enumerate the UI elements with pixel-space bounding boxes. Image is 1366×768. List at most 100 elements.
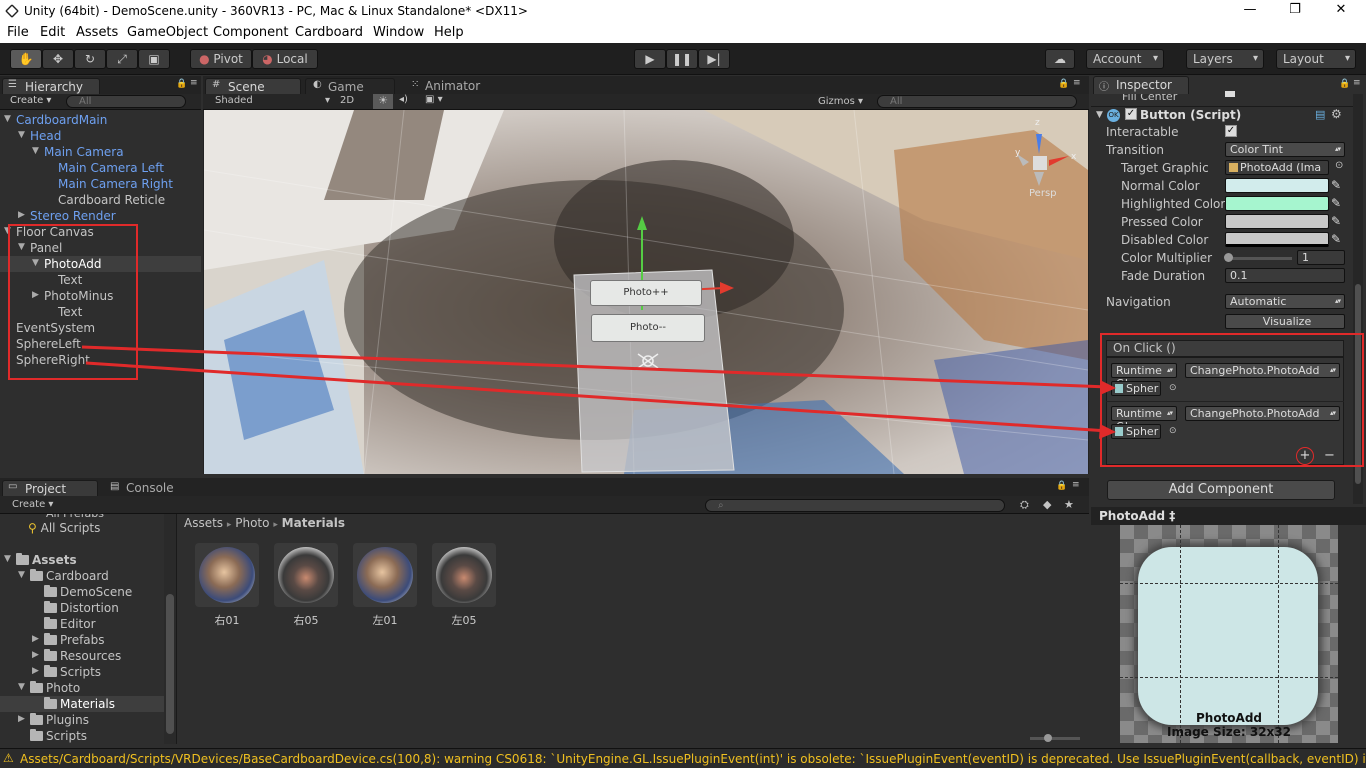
- tree-prefabs[interactable]: Prefabs: [44, 632, 105, 648]
- inspector-menu-icon[interactable]: ≡: [1353, 78, 1361, 88]
- scene-viewport[interactable]: Photo++ Photo-- z x y Persp: [204, 110, 1088, 474]
- function-dropdown-2[interactable]: ChangePhoto.PhotoAdd: [1185, 406, 1340, 421]
- tree-demoscene[interactable]: DemoScene: [44, 584, 132, 600]
- scale-tool-button[interactable]: ⤢: [106, 49, 138, 69]
- pause-button[interactable]: ❚❚: [666, 49, 698, 69]
- component-foldout-icon[interactable]: ▼: [1096, 110, 1103, 120]
- help-icon[interactable]: ▤: [1315, 108, 1325, 121]
- interactable-checkbox[interactable]: ✓: [1225, 125, 1237, 137]
- cloud-button[interactable]: ☁: [1045, 49, 1075, 69]
- eyedropper-icon[interactable]: ✎: [1331, 232, 1345, 246]
- move-tool-button[interactable]: ✥: [42, 49, 74, 69]
- hierarchy-search-input[interactable]: All: [66, 95, 186, 108]
- tree-all-scripts[interactable]: ⚲ All Scripts: [28, 520, 100, 536]
- gear-icon[interactable]: ⚙: [1331, 107, 1342, 121]
- asset-thumbnail-l01[interactable]: [353, 543, 417, 607]
- eyedropper-icon[interactable]: ✎: [1331, 178, 1345, 192]
- favorite-star-icon[interactable]: ★: [1064, 498, 1074, 511]
- tree-item-photominus[interactable]: PhotoMinus: [44, 288, 113, 304]
- multiplier-slider-track[interactable]: [1228, 257, 1292, 260]
- scene-lock-icon[interactable]: 🔒: [1058, 79, 1069, 89]
- gizmos-dropdown[interactable]: Gizmos ▾: [818, 96, 863, 107]
- project-search-input[interactable]: ⌕: [705, 499, 1005, 512]
- minimize-button[interactable]: —: [1235, 2, 1265, 20]
- menu-gameobject[interactable]: GameObject: [127, 25, 208, 40]
- asset-thumbnail-r05[interactable]: [274, 543, 338, 607]
- eyedropper-icon[interactable]: ✎: [1331, 196, 1345, 210]
- layers-dropdown[interactable]: Layers: [1186, 49, 1264, 69]
- lock-icon[interactable]: 🔒: [176, 79, 187, 89]
- mode-2d-button[interactable]: 2D: [340, 95, 354, 106]
- effects-dropdown[interactable]: ▣ ▾: [425, 94, 443, 105]
- breadcrumb-photo[interactable]: Photo: [235, 516, 269, 530]
- tree-item-cardboardmain[interactable]: CardboardMain: [16, 112, 107, 128]
- panel-menu-icon[interactable]: ≡: [190, 78, 198, 88]
- account-dropdown[interactable]: Account: [1086, 49, 1164, 69]
- menu-window[interactable]: Window: [373, 25, 424, 40]
- tree-item-main-camera-right[interactable]: Main Camera Right: [58, 176, 173, 192]
- step-button[interactable]: ▶|: [698, 49, 730, 69]
- tree-scripts-cardboard[interactable]: Scripts: [44, 664, 101, 680]
- menu-file[interactable]: File: [7, 25, 29, 40]
- visualize-button[interactable]: Visualize: [1225, 314, 1345, 329]
- tree-item-cardboard-reticle[interactable]: Cardboard Reticle: [58, 192, 165, 208]
- tree-item-main-camera-left[interactable]: Main Camera Left: [58, 160, 164, 176]
- filter-label-icon[interactable]: ◆: [1043, 498, 1051, 511]
- tree-photo[interactable]: Photo: [30, 680, 80, 696]
- multiplier-slider-thumb[interactable]: [1224, 253, 1233, 262]
- tree-item-floor-canvas[interactable]: Floor Canvas: [16, 224, 94, 240]
- remove-listener-button[interactable]: −: [1324, 448, 1335, 463]
- project-menu-icon[interactable]: ≡: [1072, 480, 1080, 490]
- asset-thumbnail-r01[interactable]: [195, 543, 259, 607]
- close-button[interactable]: ✕: [1326, 2, 1356, 20]
- menu-assets[interactable]: Assets: [76, 25, 118, 40]
- tree-item-eventsystem[interactable]: EventSystem: [16, 320, 95, 336]
- multiplier-input[interactable]: 1: [1297, 250, 1345, 265]
- project-tree-scrollbar[interactable]: [164, 514, 176, 744]
- object-picker-icon[interactable]: ⊙: [1169, 383, 1177, 393]
- asset-thumbnail-l05[interactable]: [432, 543, 496, 607]
- play-button[interactable]: ▶: [634, 49, 666, 69]
- lighting-toggle[interactable]: ☀: [373, 94, 393, 109]
- rect-tool-button[interactable]: ▣: [138, 49, 170, 69]
- local-button[interactable]: ◕ Local: [252, 49, 318, 69]
- disabled-color-swatch[interactable]: [1225, 232, 1329, 247]
- hand-tool-button[interactable]: ✋: [10, 49, 42, 69]
- scene-search-input[interactable]: All: [877, 95, 1077, 108]
- status-bar[interactable]: ⚠ Assets/Cardboard/Scripts/VRDevices/Bas…: [0, 748, 1366, 768]
- tree-item-stereo-render[interactable]: Stereo Render: [30, 208, 116, 224]
- project-lock-icon[interactable]: 🔒: [1056, 481, 1067, 491]
- object-picker-icon[interactable]: ⊙: [1169, 426, 1177, 436]
- tree-materials[interactable]: Materials: [44, 696, 115, 712]
- object-picker-icon[interactable]: ⊙: [1335, 160, 1343, 171]
- runtime-dropdown-1[interactable]: Runtime C‡: [1111, 363, 1177, 390]
- fill-center-checkbox[interactable]: [1225, 91, 1235, 97]
- tree-item-photoadd[interactable]: PhotoAdd: [44, 256, 101, 272]
- scene-menu-icon[interactable]: ≡: [1073, 78, 1081, 88]
- menu-edit[interactable]: Edit: [40, 25, 65, 40]
- add-component-button[interactable]: Add Component: [1107, 480, 1335, 500]
- fade-duration-input[interactable]: 0.1: [1225, 268, 1345, 283]
- transition-dropdown[interactable]: Color Tint: [1225, 142, 1345, 157]
- hierarchy-create-button[interactable]: Create ▾: [6, 95, 55, 109]
- tree-item-photominus-text[interactable]: Text: [58, 304, 82, 320]
- photo-add-button[interactable]: Photo++: [590, 280, 702, 306]
- project-create-button[interactable]: Create ▾: [12, 499, 53, 510]
- highlighted-color-swatch[interactable]: [1225, 196, 1329, 211]
- tree-item-panel[interactable]: Panel: [30, 240, 62, 256]
- tree-scripts[interactable]: Scripts: [30, 728, 87, 744]
- pivot-button[interactable]: ● Pivot: [190, 49, 252, 69]
- tree-distortion[interactable]: Distortion: [44, 600, 119, 616]
- tree-assets[interactable]: Assets: [16, 552, 77, 568]
- tree-item-photoadd-text[interactable]: Text: [58, 272, 82, 288]
- layout-dropdown[interactable]: Layout: [1276, 49, 1356, 69]
- photo-minus-button[interactable]: Photo--: [591, 314, 705, 342]
- navigation-dropdown[interactable]: Automatic: [1225, 294, 1345, 309]
- scene-orientation-gizmo[interactable]: z x y Persp: [1009, 118, 1079, 204]
- menu-component[interactable]: Component: [213, 25, 288, 40]
- tree-cardboard[interactable]: Cardboard: [30, 568, 109, 584]
- tree-plugins[interactable]: Plugins: [30, 712, 89, 728]
- tree-item-sphereright[interactable]: SphereRight: [16, 352, 90, 368]
- audio-toggle[interactable]: ◂): [399, 94, 408, 105]
- menu-help[interactable]: Help: [434, 25, 464, 40]
